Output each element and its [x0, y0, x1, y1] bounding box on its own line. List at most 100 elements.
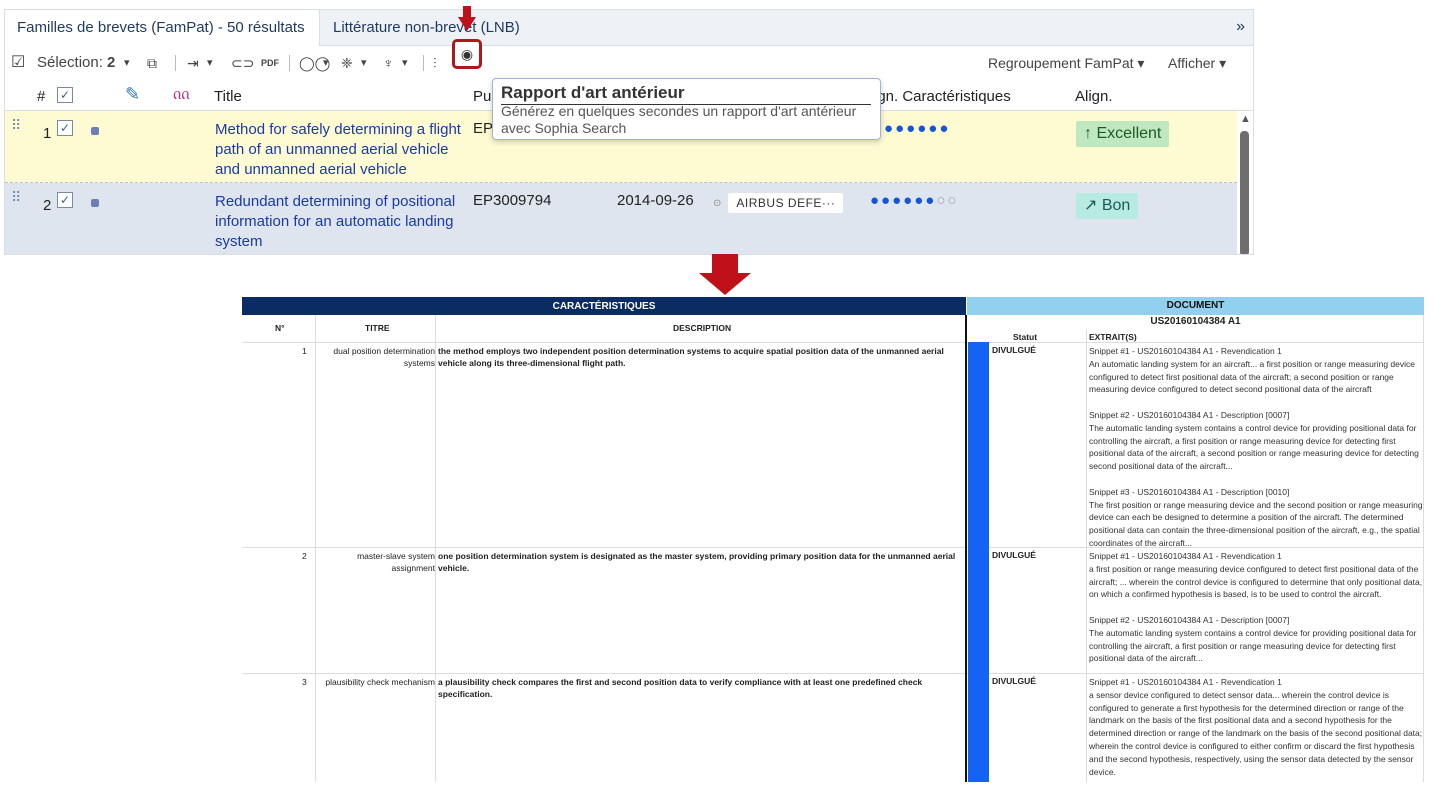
publication-number: EP3009794 — [473, 192, 552, 209]
report-row-number: 2 — [302, 551, 307, 561]
separator — [423, 55, 424, 71]
drag-handle-icon[interactable]: ⠿ — [11, 117, 21, 134]
report-row-description: the method employs two independent posit… — [438, 346, 944, 368]
column-header-publication[interactable]: Pu — [473, 88, 491, 105]
select-all-checkbox[interactable]: ✓ — [57, 87, 73, 103]
row-number: 1 — [43, 125, 52, 142]
chevron-down-icon[interactable]: ▾ — [207, 53, 213, 73]
snippet-text: The first position or range measuring de… — [1089, 499, 1423, 548]
row-checkbox[interactable]: ✓ — [57, 192, 73, 208]
tab-bar: Familles de brevets (FamPat) - 50 résult… — [5, 10, 1253, 46]
pdf-icon[interactable]: PDF — [261, 53, 279, 73]
report-row-title: master-slave system assignment — [357, 551, 435, 573]
row-checkbox[interactable]: ✓ — [57, 120, 73, 136]
status-bar — [968, 342, 989, 782]
trophy-icon[interactable]: ♆ — [383, 53, 394, 73]
report-row-number: 3 — [302, 677, 307, 687]
snippet-heading: Snippet #1 - US20160104384 A1 - Revendic… — [1089, 346, 1282, 356]
prior-art-report-button[interactable]: ◉ — [452, 39, 482, 69]
selection-label: Sélection: — [37, 54, 103, 71]
status-label: DIVULGUÉ — [992, 676, 1036, 686]
snippet-text: An automatic landing system for an aircr… — [1089, 358, 1415, 395]
edit-icon[interactable]: ✎ — [125, 84, 140, 105]
columns-icon[interactable]: ⫶ — [433, 53, 437, 73]
align-badge: ↗ Bon — [1076, 193, 1139, 219]
grid-line — [242, 342, 1424, 343]
chevron-double-right-icon[interactable]: » — [1236, 10, 1245, 44]
row-number: 2 — [43, 197, 52, 214]
column-header-num: # — [37, 88, 46, 105]
export-icon[interactable]: ⇥ — [187, 53, 199, 73]
snippet-list: Snippet #1 - US20160104384 A1 - Revendic… — [1089, 676, 1423, 782]
snippet-text: The automatic landing system contains a … — [1089, 627, 1417, 664]
report-row-description: one position determination system is des… — [438, 551, 956, 573]
priority-date: 2014-09-26 — [617, 192, 694, 209]
snippet-list: Snippet #1 - US20160104384 A1 - Revendic… — [1089, 550, 1423, 678]
prior-art-report: CARACTÉRISTIQUES DOCUMENT US20160104384 … — [242, 297, 1424, 782]
feature-score-dots: ●●●●●●○○ — [870, 192, 959, 209]
snippet-heading: Snippet #2 - US20160104384 A1 - Descript… — [1089, 614, 1290, 625]
publication-number: EP — [473, 120, 494, 137]
afficher-dropdown[interactable]: Afficher ▾ — [1168, 53, 1226, 73]
select-all-icon[interactable]: ☑ — [11, 53, 25, 73]
drag-handle-icon[interactable]: ⠿ — [11, 189, 21, 206]
report-row-description: a plausibility check compares the first … — [438, 677, 923, 699]
patent-title-link[interactable]: Redundant determining of positional info… — [215, 192, 469, 252]
snippet-heading: Snippet #1 - US20160104384 A1 - Revendic… — [1089, 677, 1282, 687]
column-header-align[interactable]: Align. — [1075, 88, 1113, 105]
tooltip-title: Rapport d'art antérieur — [501, 83, 871, 105]
toolbar: ☑ Sélection: 2 ▾ ⧉ ⇥ ▾ ⊂⊃ PDF ◯◯ ▾ ❈ ▾ ♆… — [5, 47, 1253, 79]
status-square-icon — [91, 127, 99, 135]
status-square-icon — [91, 199, 99, 207]
copy-icon[interactable]: ⧉ — [147, 53, 157, 73]
grid-line — [435, 315, 436, 782]
status-label: DIVULGUÉ — [992, 345, 1036, 355]
document-id: US20160104384 A1 — [1150, 316, 1241, 327]
chevron-down-icon[interactable]: ▾ — [323, 53, 329, 73]
selection-count: 2 — [107, 54, 116, 71]
snippet-heading: Snippet #2 - US20160104384 A1 - Descript… — [1089, 409, 1290, 420]
separator — [289, 55, 290, 71]
score-dots-empty: ○○ — [936, 192, 959, 209]
feature-score-dots: ●●●●●●● — [873, 120, 951, 137]
column-header-title[interactable]: Title — [214, 88, 242, 105]
column-header-extraits: EXTRAIT(S) — [1089, 332, 1137, 342]
vertical-scrollbar[interactable]: ▲ — [1237, 111, 1253, 254]
score-dots-filled: ●●●●●● — [870, 192, 937, 209]
network-icon[interactable]: ❈ — [341, 53, 353, 73]
column-header-align-features[interactable]: ign. Caractéristiques — [874, 88, 1011, 105]
chevron-down-icon[interactable]: ▾ — [402, 53, 408, 73]
patent-title-link[interactable]: Method for safely determining a flight p… — [215, 120, 469, 180]
annotation-arrow-stem — [712, 254, 738, 274]
grid-line — [1423, 315, 1424, 782]
assignee-chip[interactable]: AIRBUS DEFE··· — [727, 192, 845, 214]
tooltip-description: Générez en quelques secondes un rapport … — [501, 103, 857, 136]
report-icon: ◉ — [460, 46, 474, 62]
chevron-down-icon[interactable]: ▾ — [124, 53, 130, 73]
expand-icon[interactable]: ⊙ — [713, 198, 721, 209]
tab-lnb[interactable]: Littérature non-brevet (LNB) — [321, 10, 532, 46]
scroll-thumb[interactable] — [1240, 131, 1249, 254]
report-row-number: 1 — [302, 346, 307, 356]
snippet-heading: Snippet #3 - US20160104384 A1 - Descript… — [1089, 486, 1290, 497]
chevron-down-icon[interactable]: ▾ — [361, 53, 367, 73]
annotation-arrow-icon — [699, 273, 751, 295]
link-icon[interactable]: ⊂⊃ — [231, 53, 254, 73]
table-row[interactable]: ⠿ 2 ✓ Redundant determining of positiona… — [5, 183, 1237, 254]
report-row-title: dual position determination systems — [333, 346, 435, 368]
report-header-document: DOCUMENT — [967, 297, 1424, 315]
report-row-title: plausibility check mechanism — [325, 677, 435, 687]
column-header-titre: TITRE — [365, 323, 390, 333]
regroupement-dropdown[interactable]: Regroupement FamPat ▾ — [988, 53, 1144, 73]
scroll-up-icon[interactable]: ▲ — [1240, 113, 1251, 125]
sophia-icon[interactable]: ᦶ — [173, 84, 189, 105]
snippet-text: a first position or range measuring devi… — [1089, 563, 1423, 600]
snippet-text: The automatic landing system contains a … — [1089, 422, 1419, 472]
report-header-characteristics: CARACTÉRISTIQUES — [242, 297, 966, 315]
separator — [175, 55, 176, 71]
column-header-statut: Statut — [1013, 332, 1038, 342]
grid-line — [1086, 330, 1087, 782]
snippet-heading: Snippet #1 - US20160104384 A1 - Revendic… — [1089, 551, 1282, 561]
tooltip: Rapport d'art antérieur Générez en quelq… — [492, 78, 881, 140]
tab-fampat[interactable]: Familles de brevets (FamPat) - 50 résult… — [5, 10, 320, 46]
